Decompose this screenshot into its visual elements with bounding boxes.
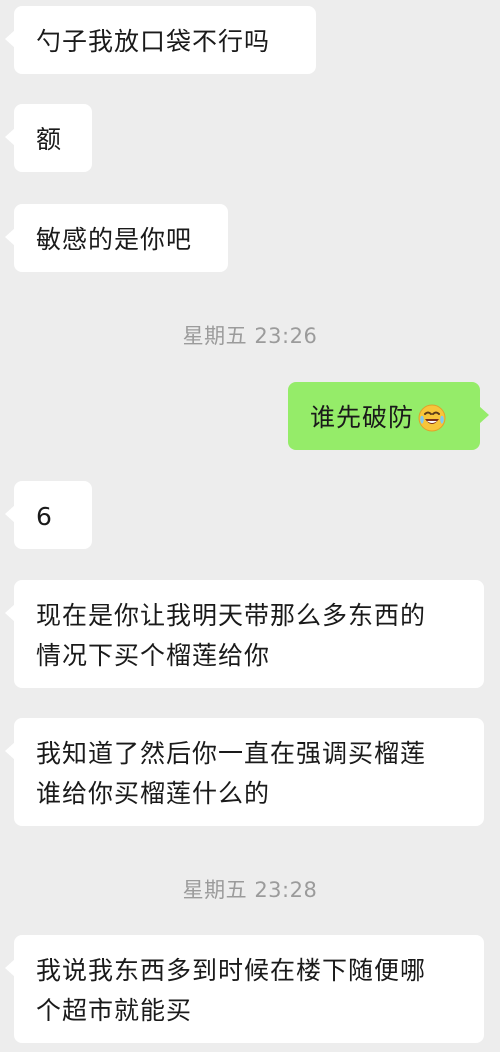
incoming-message[interactable]: 敏感的是你吧 — [14, 204, 228, 272]
message-text: 6 — [36, 497, 72, 537]
message-text: 情况下买个榴莲给你 — [36, 636, 464, 676]
message-text: 谁给你买榴莲什么的 — [36, 774, 464, 814]
message-text: 勺子我放口袋不行吗 — [36, 22, 296, 62]
message-text: 个超市就能买 — [36, 991, 464, 1031]
incoming-message[interactable]: 现在是你让我明天带那么多东西的 情况下买个榴莲给你 — [14, 580, 484, 688]
message-text: 现在是你让我明天带那么多东西的 — [36, 596, 464, 636]
incoming-message[interactable]: 我知道了然后你一直在强调买榴莲 谁给你买榴莲什么的 — [14, 718, 484, 826]
message-text: 谁先破防 — [310, 403, 414, 432]
message-text-line: 谁先破防 — [310, 398, 460, 444]
message-text: 我知道了然后你一直在强调买榴莲 — [36, 734, 464, 774]
timestamp: 星期五 23:26 — [0, 320, 500, 350]
incoming-message[interactable]: 6 — [14, 481, 92, 549]
incoming-message[interactable]: 我说我东西多到时候在楼下随便哪 个超市就能买 — [14, 935, 484, 1043]
outgoing-message[interactable]: 谁先破防 — [288, 382, 480, 450]
chat-message-list[interactable]: 勺子我放口袋不行吗 额 敏感的是你吧 星期五 23:26 谁先破防 6 — [0, 0, 500, 1052]
timestamp: 星期五 23:28 — [0, 874, 500, 904]
message-text: 敏感的是你吧 — [36, 220, 208, 260]
laughing-crying-emoji-icon — [418, 404, 446, 444]
incoming-message[interactable]: 额 — [14, 104, 92, 172]
message-text: 额 — [36, 120, 72, 160]
message-text: 我说我东西多到时候在楼下随便哪 — [36, 951, 464, 991]
incoming-message[interactable]: 勺子我放口袋不行吗 — [14, 6, 316, 74]
